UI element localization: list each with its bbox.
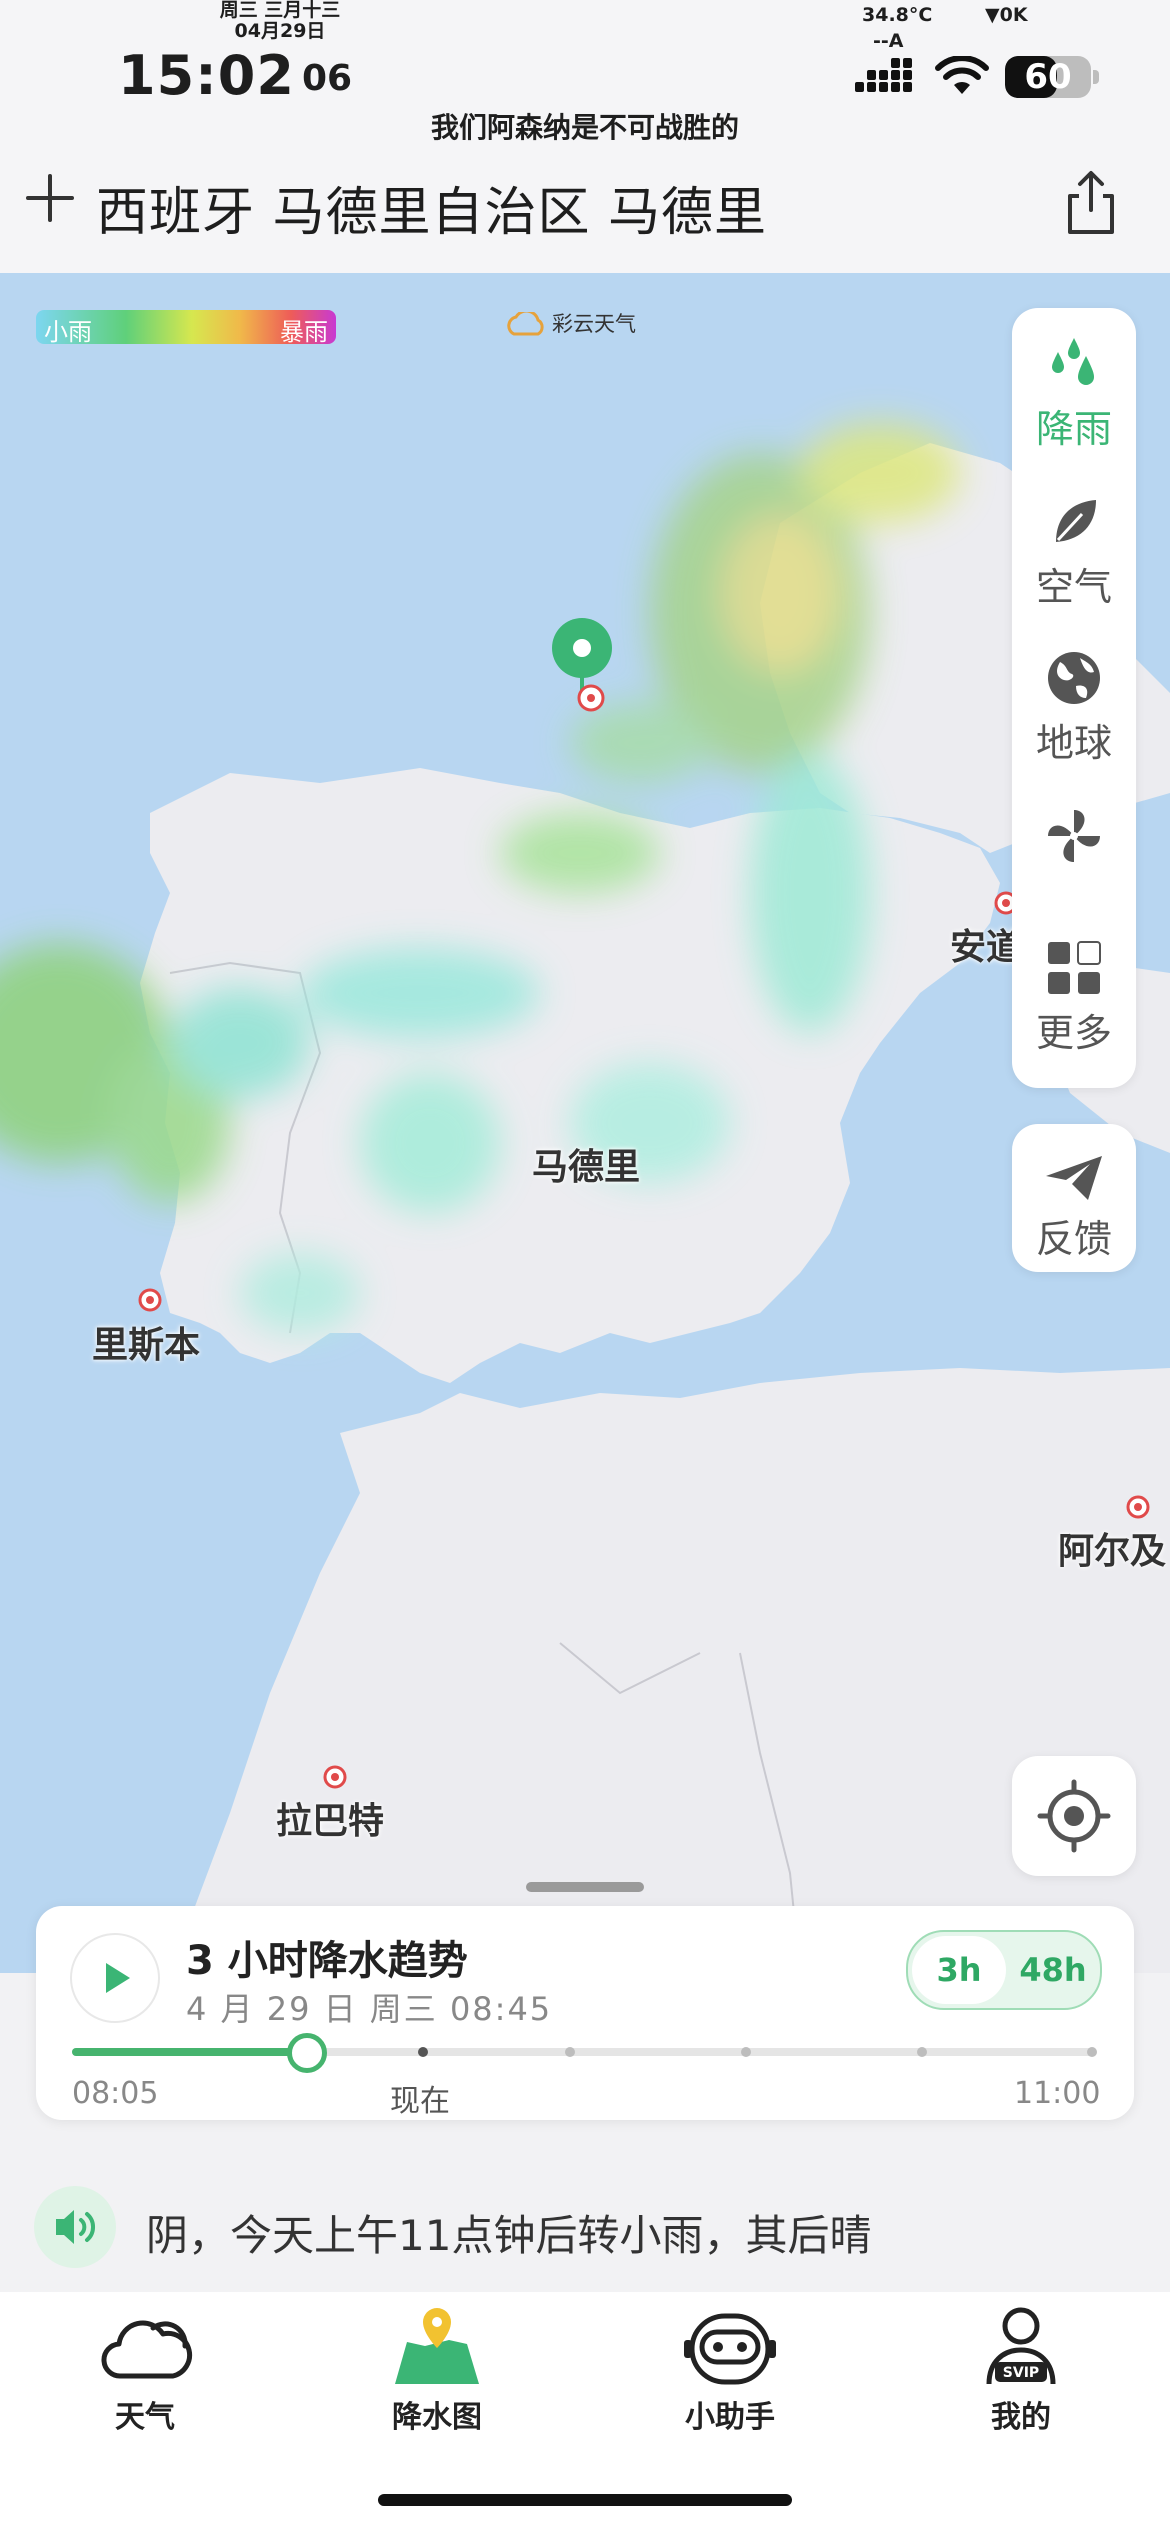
layer-air-label: 空气 <box>1035 565 1112 609</box>
plus-icon[interactable] <box>20 168 80 228</box>
tab-weather[interactable]: 天气 <box>55 2306 235 2436</box>
svip-user-icon: SVIP <box>986 2307 1056 2385</box>
timeline-end-label: 11:00 <box>1014 2076 1101 2111</box>
timeline-start-label: 08:05 <box>72 2076 159 2111</box>
range-option-3h[interactable]: 3h <box>912 1936 1006 2004</box>
rabat-label[interactable]: 拉巴特 <box>276 1792 384 1844</box>
rain-intensity-legend: 小雨 暴雨 <box>36 310 336 346</box>
robot-icon <box>684 2313 776 2385</box>
tab-weather-label: 天气 <box>115 2400 175 2435</box>
precip-trend-title: 3 小时降水趋势 <box>186 1938 468 1984</box>
signal-icon <box>855 58 912 92</box>
share-icon[interactable] <box>1060 168 1122 238</box>
caiyun-logo-icon <box>507 312 544 336</box>
layer-more[interactable]: 更多 <box>1012 940 1136 1057</box>
timeline-tick <box>565 2047 575 2057</box>
play-icon <box>106 1963 130 1993</box>
status-marquee: 我们阿森纳是不可战胜的 <box>430 111 739 144</box>
layer-wind-label: 风 <box>1012 872 1136 884</box>
timeline-tick-now <box>418 2047 428 2057</box>
globe-icon <box>1048 652 1100 704</box>
map-layer-menu: 降雨 空气 地球 风 更多 <box>1012 308 1136 1088</box>
status-date: 周三 三月十三 04月29日 <box>205 0 355 42</box>
solar-date: 04月29日 <box>234 20 326 42</box>
device-temperature: 34.8°C <box>862 4 933 26</box>
feedback-label: 反馈 <box>1035 1217 1112 1261</box>
battery-cap <box>1093 70 1099 84</box>
range-option-48h[interactable]: 48h <box>1006 1932 1100 2008</box>
sheet-grabber[interactable] <box>526 1882 644 1892</box>
tab-assistant-label: 小助手 <box>685 2400 775 2435</box>
battery-icon: 60 <box>1005 56 1091 98</box>
legend-heavy-label: 暴雨 <box>280 318 328 346</box>
layer-globe-label: 地球 <box>1035 721 1112 765</box>
wifi-icon <box>935 56 989 94</box>
crosshair-icon <box>1037 1779 1111 1853</box>
forecast-summary-text: 阴，今天上午11点钟后转小雨，其后晴 <box>146 2211 872 2260</box>
layer-globe[interactable]: 地球 <box>1012 650 1136 767</box>
range-toggle: 3h 48h <box>906 1930 1102 2010</box>
tab-assistant[interactable]: 小助手 <box>640 2306 820 2436</box>
madrid-label[interactable]: 马德里 <box>532 1138 640 1190</box>
timeline-progress <box>72 2048 308 2056</box>
lisbon-marker[interactable] <box>137 1287 163 1313</box>
legend-light-label: 小雨 <box>44 318 92 346</box>
layer-rain-label: 降雨 <box>1035 407 1112 451</box>
tab-profile-label: 我的 <box>991 2400 1051 2435</box>
clock-seconds: 06 <box>302 58 353 99</box>
rain-drops-icon <box>1052 338 1094 385</box>
lisbon-label[interactable]: 里斯本 <box>92 1316 200 1368</box>
network-speed: ▼0K <box>985 4 1028 26</box>
tab-precip-map[interactable]: 降水图 <box>347 2306 527 2436</box>
layer-more-label: 更多 <box>1035 1011 1112 1055</box>
tab-profile[interactable]: SVIP 我的 <box>931 2306 1111 2436</box>
lunar-date: 周三 三月十三 <box>219 0 341 21</box>
pinwheel-icon <box>1048 810 1100 862</box>
speaker-button[interactable] <box>34 2186 116 2268</box>
timeline-tick <box>741 2047 751 2057</box>
rabat-marker[interactable] <box>322 1764 348 1790</box>
map-base <box>0 423 1170 1973</box>
clock-time: 15:02 <box>118 44 295 107</box>
layer-wind[interactable]: 风 <box>1012 806 1136 884</box>
status-bar: 周三 三月十三 04月29日 15:02 06 我们阿森纳是不可战胜的 34.8… <box>0 0 1170 165</box>
brand-watermark: 彩云天气 <box>506 308 636 338</box>
feedback-button[interactable]: 反馈 <box>1012 1124 1136 1272</box>
precip-trend-datetime: 4 月 29 日 周三 08:45 <box>186 1990 553 2028</box>
precipitation-map[interactable] <box>0 273 1170 1973</box>
timeline-tick <box>1087 2047 1097 2057</box>
timeline-scrubber[interactable] <box>287 2033 328 2073</box>
layer-rain[interactable]: 降雨 <box>1012 336 1136 453</box>
brand-name: 彩云天气 <box>552 312 636 336</box>
play-button[interactable] <box>70 1933 160 2023</box>
paper-plane-icon <box>1046 1156 1102 1200</box>
map-pin-icon <box>395 2308 479 2384</box>
cloud-icon <box>101 2320 193 2379</box>
algiers-marker[interactable] <box>1125 1494 1151 1520</box>
location-title[interactable]: 西班牙 马德里自治区 马德里 <box>96 170 767 245</box>
timeline-tick <box>917 2047 927 2057</box>
tab-precip-map-label: 降水图 <box>392 2400 482 2435</box>
locate-button[interactable] <box>1012 1756 1136 1876</box>
carrier-label: --A <box>873 30 904 52</box>
grid-icon <box>1048 941 1101 994</box>
layer-air[interactable]: 空气 <box>1012 494 1136 611</box>
svg-text:SVIP: SVIP <box>1003 2365 1039 2381</box>
leaf-icon <box>1056 500 1096 542</box>
timeline-now-label: 现在 <box>390 2084 450 2119</box>
speaker-icon <box>56 2210 95 2244</box>
algiers-label[interactable]: 阿尔及 <box>1058 1522 1166 1574</box>
battery-level: 60 <box>1024 57 1072 97</box>
home-indicator[interactable] <box>378 2494 792 2506</box>
